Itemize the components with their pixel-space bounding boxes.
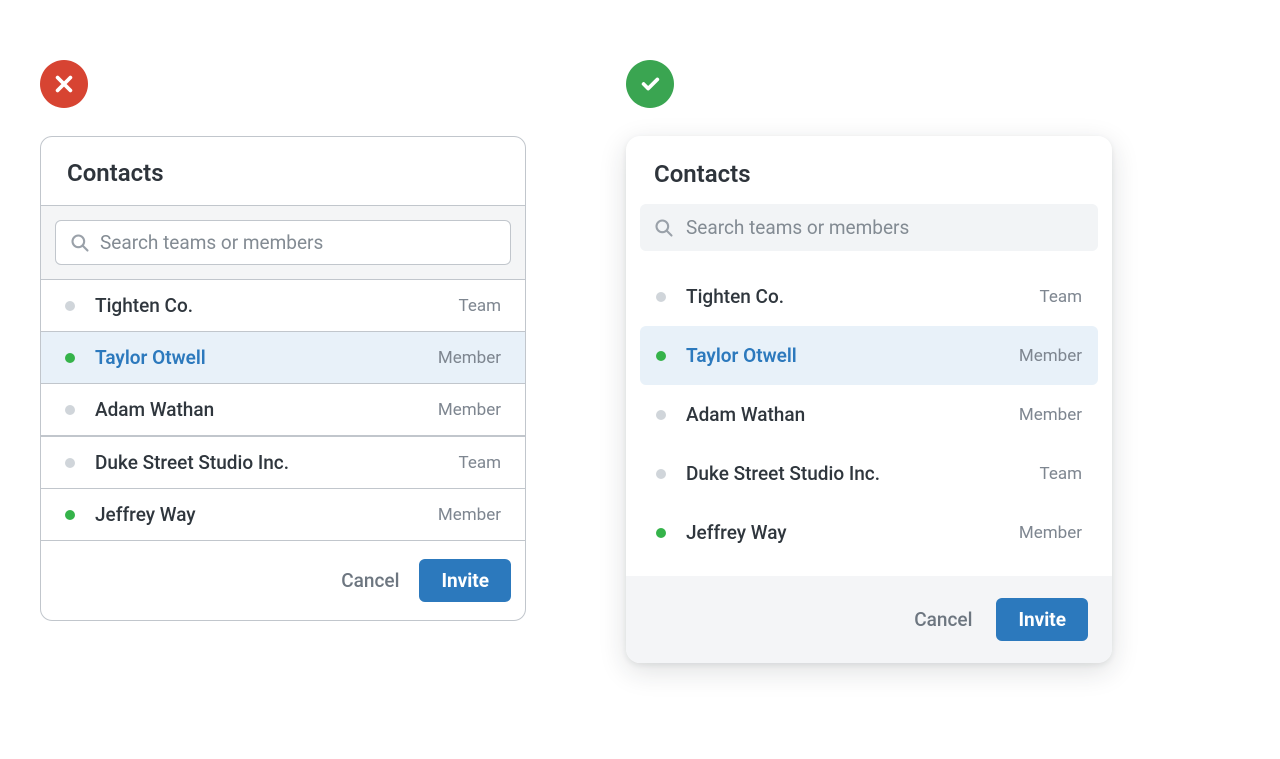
contact-row[interactable]: Adam Wathan Member — [640, 385, 1098, 444]
dont-badge — [40, 60, 88, 108]
contact-type: Member — [1019, 523, 1082, 543]
search-input[interactable]: Search teams or members — [55, 220, 511, 265]
contact-row[interactable]: Duke Street Studio Inc. Team — [640, 444, 1098, 503]
contact-name: Duke Street Studio Inc. — [95, 451, 459, 474]
search-input[interactable]: Search teams or members — [640, 204, 1098, 251]
contact-name: Taylor Otwell — [95, 346, 438, 369]
contact-type: Team — [1040, 287, 1083, 307]
contact-row[interactable]: Tighten Co. Team — [41, 280, 525, 332]
check-icon — [639, 73, 661, 95]
contact-name: Taylor Otwell — [686, 344, 1019, 367]
status-dot-online — [65, 353, 75, 363]
do-badge — [626, 60, 674, 108]
status-dot-offline — [65, 301, 75, 311]
contact-type: Team — [459, 296, 502, 316]
cross-icon — [53, 73, 75, 95]
status-dot-offline — [65, 405, 75, 415]
contact-row[interactable]: Taylor Otwell Member — [41, 332, 525, 384]
contact-type: Member — [1019, 346, 1082, 366]
status-dot-offline — [656, 292, 666, 302]
contact-name: Duke Street Studio Inc. — [686, 462, 1040, 485]
contact-type: Member — [438, 400, 501, 420]
contact-name: Jeffrey Way — [95, 503, 438, 526]
status-dot-online — [656, 528, 666, 538]
contact-type: Team — [1040, 464, 1083, 484]
invite-button[interactable]: Invite — [996, 598, 1088, 641]
contact-type: Member — [438, 505, 501, 525]
contacts-card-dont: Contacts Search teams or members Tighten… — [40, 136, 526, 621]
contact-type: Member — [1019, 405, 1082, 425]
status-dot-online — [656, 351, 666, 361]
search-icon — [70, 233, 90, 253]
panel-title: Contacts — [41, 137, 525, 206]
panel-footer: Cancel Invite — [41, 541, 525, 620]
status-dot-offline — [65, 458, 75, 468]
contact-name: Adam Wathan — [95, 398, 438, 421]
contact-name: Tighten Co. — [686, 285, 1040, 308]
panel-title: Contacts — [626, 136, 1112, 204]
contact-row[interactable]: Jeffrey Way Member — [640, 503, 1098, 562]
contact-name: Tighten Co. — [95, 294, 459, 317]
contact-list: Tighten Co. Team Taylor Otwell Member Ad… — [41, 280, 525, 541]
search-container: Search teams or members — [41, 206, 525, 280]
contact-type: Team — [459, 453, 502, 473]
search-placeholder: Search teams or members — [100, 231, 323, 254]
cancel-button[interactable]: Cancel — [341, 569, 399, 592]
dont-example: Contacts Search teams or members Tighten… — [40, 60, 526, 621]
search-placeholder: Search teams or members — [686, 216, 909, 239]
contact-row[interactable]: Adam Wathan Member — [41, 384, 525, 437]
panel-footer: Cancel Invite — [626, 576, 1112, 663]
do-example: Contacts Search teams or members Tighten… — [626, 60, 1112, 663]
contact-row[interactable]: Taylor Otwell Member — [640, 326, 1098, 385]
search-icon — [654, 218, 674, 238]
contact-row[interactable]: Duke Street Studio Inc. Team — [41, 437, 525, 489]
contact-list: Tighten Co. Team Taylor Otwell Member Ad… — [626, 259, 1112, 576]
contact-type: Member — [438, 348, 501, 368]
cancel-button[interactable]: Cancel — [914, 608, 972, 631]
invite-button[interactable]: Invite — [419, 559, 511, 602]
contact-name: Adam Wathan — [686, 403, 1019, 426]
status-dot-offline — [656, 410, 666, 420]
status-dot-offline — [656, 469, 666, 479]
contact-row[interactable]: Jeffrey Way Member — [41, 489, 525, 541]
status-dot-online — [65, 510, 75, 520]
contact-name: Jeffrey Way — [686, 521, 1019, 544]
contact-row[interactable]: Tighten Co. Team — [640, 267, 1098, 326]
contacts-card-do: Contacts Search teams or members Tighten… — [626, 136, 1112, 663]
search-container: Search teams or members — [626, 204, 1112, 259]
